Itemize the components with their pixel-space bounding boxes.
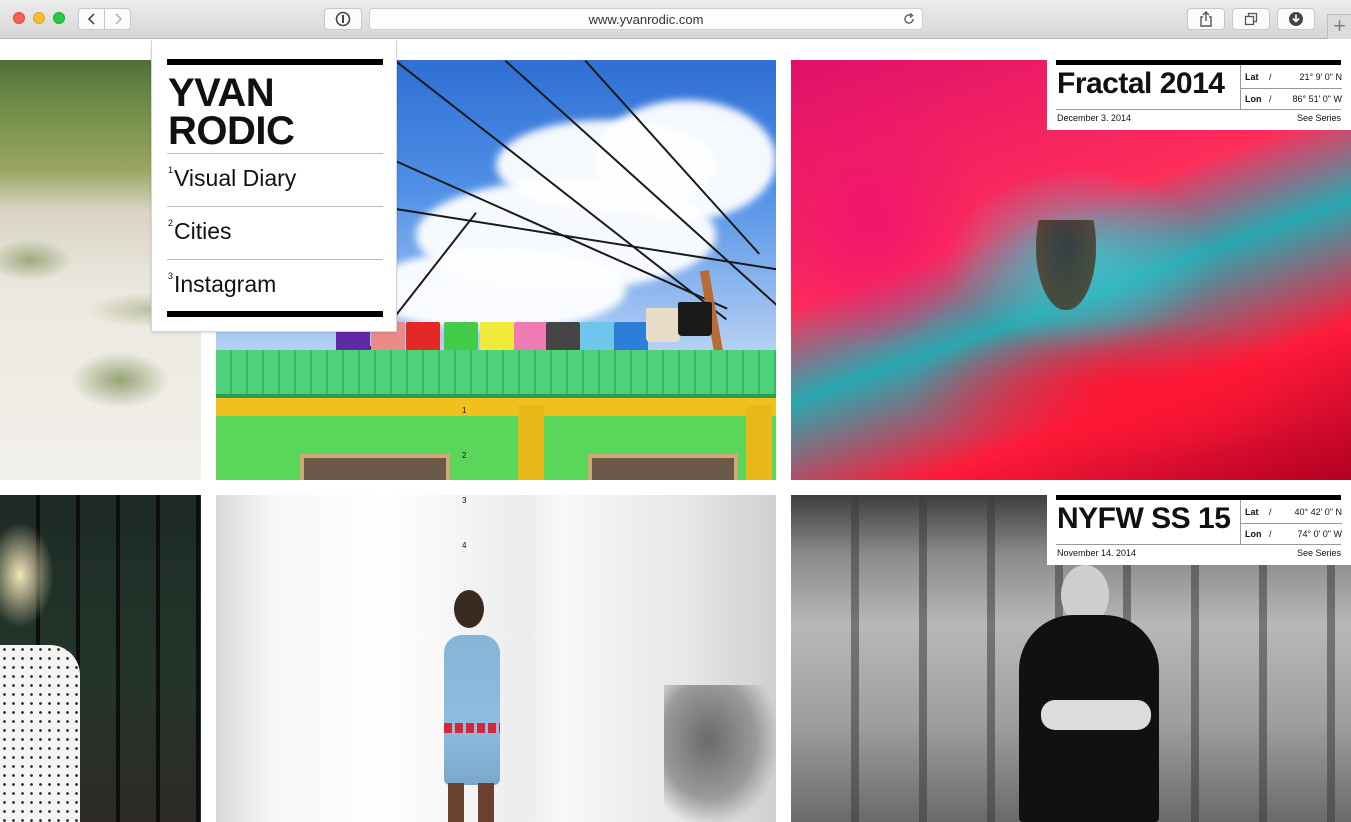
download-icon — [1289, 12, 1303, 26]
address-bar[interactable]: www.yvanrodic.com — [369, 8, 923, 30]
menu-item-instagram[interactable]: 3 Instagram — [167, 259, 383, 312]
lat-value: 21° 9' 0" N — [1299, 72, 1342, 82]
downloads-button[interactable] — [1277, 8, 1315, 30]
card-divider — [1056, 109, 1341, 110]
coordinates: Lat / 21° 9' 0" N Lon / 86° 51' 0" W — [1240, 65, 1342, 111]
logo-line-2: RODIC — [168, 109, 295, 153]
see-series-link[interactable]: See Series — [1297, 548, 1341, 558]
lon-value: 86° 51' 0" W — [1292, 94, 1342, 104]
lon-label: Lon — [1245, 529, 1262, 539]
info-icon — [335, 11, 351, 27]
separator: / — [1269, 72, 1272, 82]
new-tab-button[interactable]: + — [1327, 14, 1351, 39]
coordinates: Lat / 40° 42' 0" N Lon / 74° 0' 0" W — [1240, 500, 1342, 546]
latitude-row: Lat / 21° 9' 0" N — [1241, 67, 1342, 89]
lon-label: Lon — [1245, 94, 1262, 104]
page-content: 1 2 3 4 YVAN RODIC 1 Visual Diary 2 Citi… — [0, 40, 1351, 822]
series-title[interactable]: NYFW SS 15 — [1057, 502, 1231, 536]
minimize-window-button[interactable] — [33, 12, 45, 24]
menu-item-cities[interactable]: 2 Cities — [167, 206, 383, 259]
menu-top-rule — [167, 59, 383, 65]
menu-item-label: Cities — [174, 218, 232, 244]
section-number[interactable]: 1 — [462, 406, 466, 415]
menu-bottom-rule — [167, 311, 383, 317]
latitude-row: Lat / 40° 42' 0" N — [1241, 502, 1342, 524]
lat-label: Lat — [1245, 72, 1259, 82]
lon-value: 74° 0' 0" W — [1297, 529, 1342, 539]
series-title[interactable]: Fractal 2014 — [1057, 67, 1225, 101]
section-number[interactable]: 2 — [462, 451, 466, 460]
photo-girl[interactable] — [0, 495, 201, 822]
series-date: November 14. 2014 — [1057, 548, 1137, 558]
site-logo[interactable]: YVAN RODIC — [168, 71, 384, 153]
separator: / — [1269, 507, 1272, 517]
card-divider — [1056, 544, 1341, 545]
separator: / — [1269, 94, 1272, 104]
zoom-window-button[interactable] — [53, 12, 65, 24]
lat-label: Lat — [1245, 507, 1259, 517]
section-number[interactable]: 4 — [462, 541, 466, 550]
back-button[interactable] — [78, 8, 105, 30]
browser-toolbar: www.yvanrodic.com + — [0, 0, 1351, 39]
see-series-link[interactable]: See Series — [1297, 113, 1341, 123]
section-number[interactable]: 3 — [462, 496, 466, 505]
longitude-row: Lon / 86° 51' 0" W — [1241, 89, 1342, 111]
share-icon — [1200, 11, 1212, 27]
menu-item-number: 2 — [168, 218, 174, 228]
series-date: December 3. 2014 — [1057, 113, 1132, 123]
lat-value: 40° 42' 0" N — [1294, 507, 1342, 517]
menu-item-label: Visual Diary — [174, 165, 297, 191]
longitude-row: Lon / 74° 0' 0" W — [1241, 524, 1342, 546]
reader-button[interactable] — [324, 8, 362, 30]
forward-button[interactable] — [104, 8, 131, 30]
share-button[interactable] — [1187, 8, 1225, 30]
series-card-fractal: Fractal 2014 Lat / 21° 9' 0" N Lon / 86°… — [1047, 60, 1351, 130]
tabs-icon — [1244, 12, 1258, 26]
show-tabs-button[interactable] — [1232, 8, 1270, 30]
close-window-button[interactable] — [13, 12, 25, 24]
reload-icon[interactable] — [902, 12, 916, 26]
menu-item-number: 1 — [168, 165, 174, 175]
photo-runway-model[interactable] — [216, 495, 776, 822]
series-card-nyfw: NYFW SS 15 Lat / 40° 42' 0" N Lon / 74° … — [1047, 495, 1351, 565]
chevron-right-icon — [114, 13, 122, 25]
menu-item-number: 3 — [168, 271, 174, 281]
separator: / — [1269, 529, 1272, 539]
menu-item-visual-diary[interactable]: 1 Visual Diary — [167, 153, 383, 206]
menu-item-label: Instagram — [174, 271, 277, 297]
url-text: www.yvanrodic.com — [588, 12, 704, 27]
logo-line-1: YVAN — [168, 71, 275, 115]
chevron-left-icon — [87, 13, 95, 25]
site-menu: YVAN RODIC 1 Visual Diary 2 Cities 3 Ins… — [151, 40, 397, 332]
